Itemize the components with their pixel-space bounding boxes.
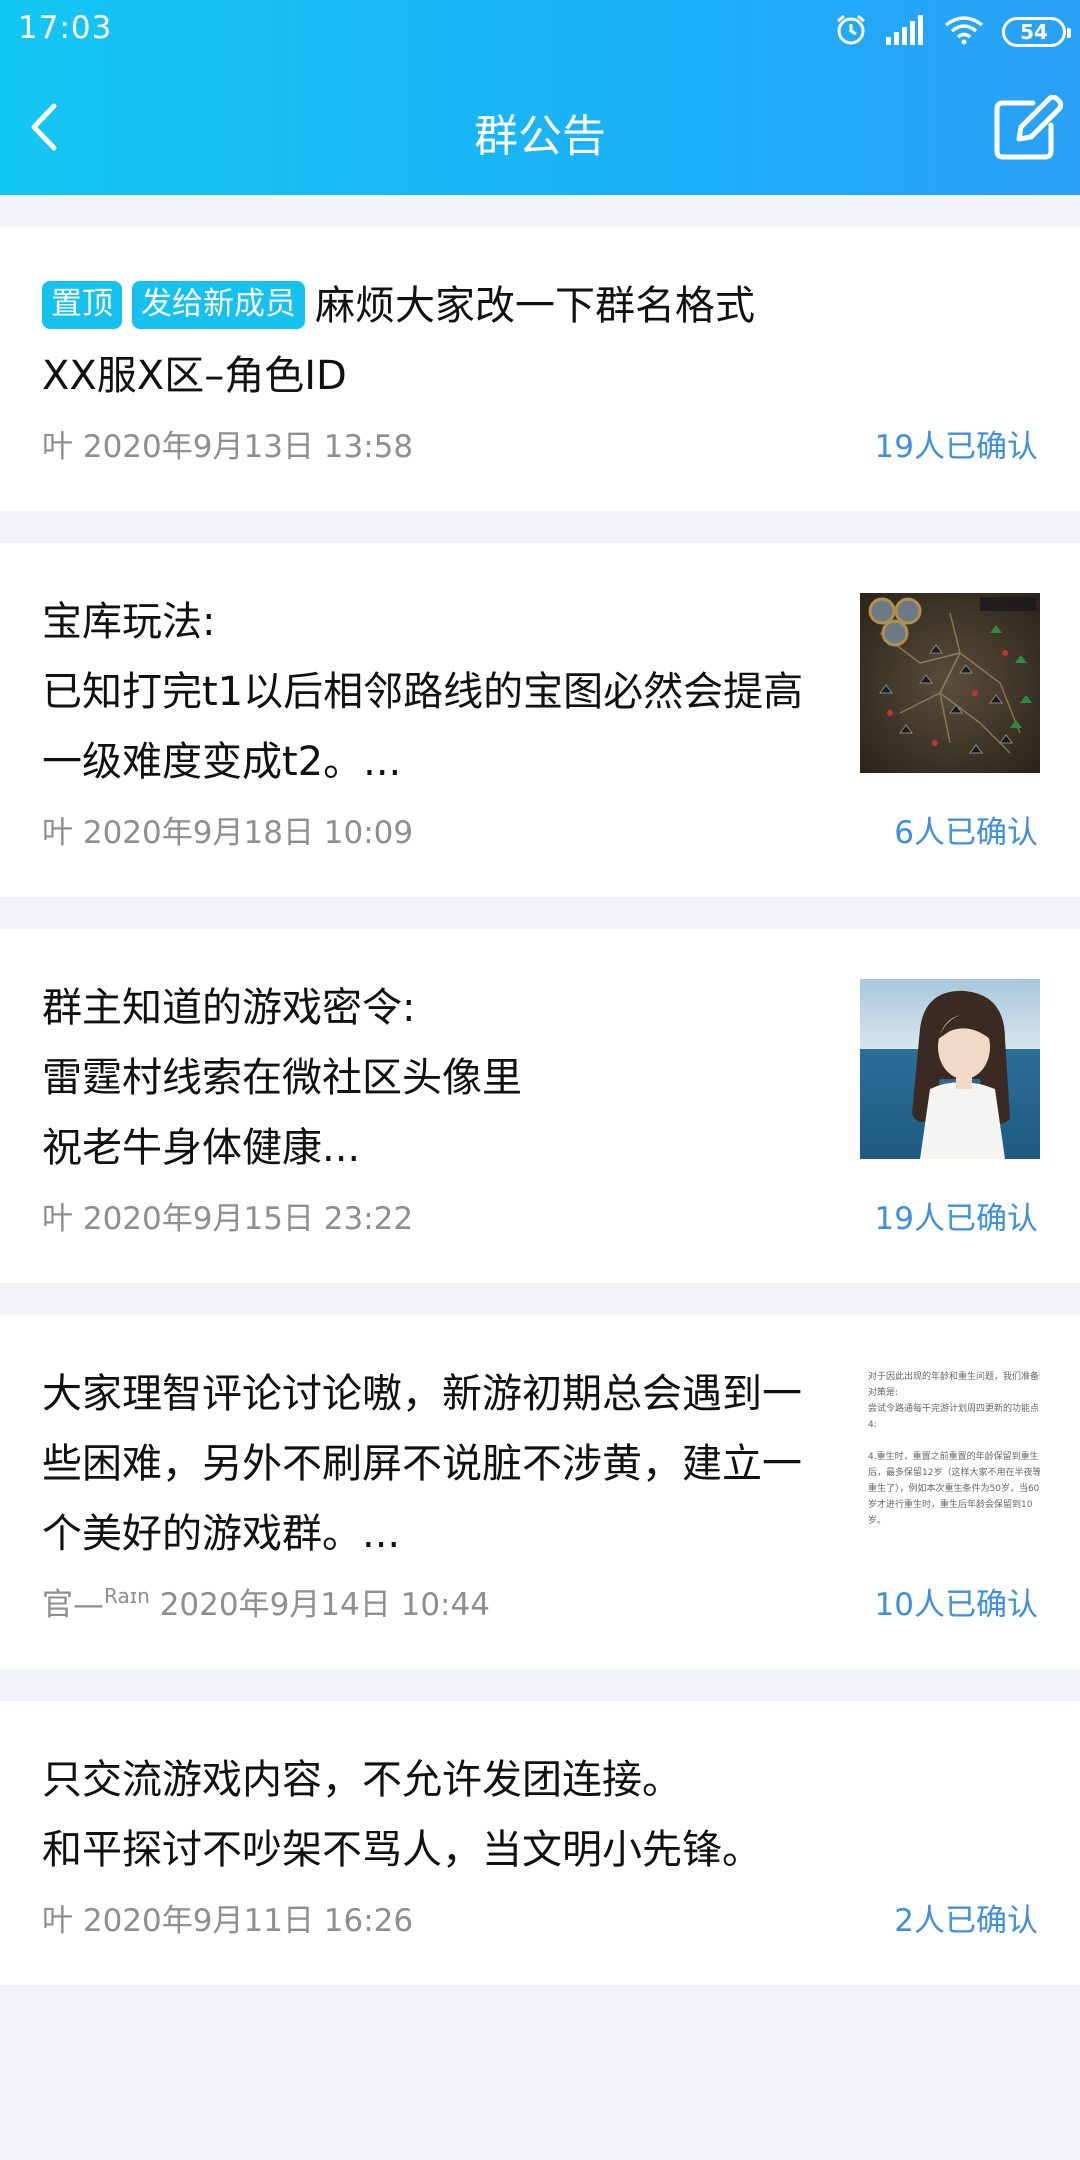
announcement-line: 一级难度变成t2。... [42,739,402,785]
announcement-line: 大家理智评论讨论嗷，新游初期总会遇到一 [42,1371,802,1417]
battery-indicator: 54 [1002,17,1071,47]
pinned-tag: 置顶 [42,281,122,329]
author-name: 叶 [42,814,73,851]
author-name: 官— [42,1586,104,1623]
announcement-text: 大家理智评论讨论嗷，新游初期总会遇到一 些困难，另外不刷屏不说脏不涉黄，建立一 … [42,1359,842,1569]
page-title: 群公告 [474,111,606,162]
alarm-icon [834,13,868,51]
announcement-meta: 官—Raɪn 2020年9月14日 10:44 10人已确认 [42,1577,1038,1625]
announcement-line: XX服X区–角色ID [42,353,347,399]
author-name-sup: Raɪn [104,1583,150,1608]
announcement-card[interactable]: 只交流游戏内容，不允许发团连接。 和平探讨不吵架不骂人，当文明小先锋。 叶 20… [0,1701,1080,1985]
announcement-line: 祝老牛身体健康... [42,1125,361,1171]
edit-announcement-button[interactable] [990,90,1066,166]
announcement-line: 个美好的游戏群。... [42,1511,401,1557]
announcement-card[interactable]: 群主知道的游戏密令: 雷霆村线索在微社区头像里 祝老牛身体健康... 叶 202… [0,929,1080,1283]
announcement-line: 和平探讨不吵架不骂人，当文明小先锋。 [42,1827,762,1873]
document-thumbnail[interactable]: 对于因此出现的年龄和重生问题，我们准备的 对策是: 尝试令路通每干完游计划周四更… [860,1365,1040,1545]
post-date: 2020年9月18日 10:09 [82,814,414,851]
chevron-left-icon [31,103,57,151]
back-button[interactable] [14,92,74,162]
announcement-line: 宝库玩法: [42,599,216,645]
confirmed-count[interactable]: 19人已确认 [875,1193,1038,1238]
status-bar: 17:03 54 [0,0,1080,62]
announcement-line: 已知打完t1以后相邻路线的宝图必然会提高 [42,669,804,715]
confirmed-count[interactable]: 19人已确认 [875,421,1038,466]
confirmed-count[interactable]: 6人已确认 [894,807,1038,852]
edit-icon [994,95,1063,160]
announcement-text: 只交流游戏内容，不允许发团连接。 和平探讨不吵架不骂人，当文明小先锋。 [42,1745,1038,1885]
nav-bar: 群公告 [0,62,1080,195]
announcement-meta: 叶 2020年9月13日 13:58 19人已确认 [42,419,1038,467]
announcement-line: 些困难，另外不刷屏不说脏不涉黄，建立一 [42,1441,802,1487]
announcement-line: 麻烦大家改一下群名格式 [315,283,755,329]
confirmed-count[interactable]: 10人已确认 [875,1579,1038,1624]
wifi-icon [944,15,984,49]
app-header: 17:03 54 群公告 [0,0,1080,195]
announcement-meta: 叶 2020年9月11日 16:26 2人已确认 [42,1893,1038,1941]
author-name: 叶 [42,1200,73,1237]
announcement-meta: 叶 2020年9月18日 10:09 6人已确认 [42,805,1038,853]
announcement-card[interactable]: 置顶 发给新成员 麻烦大家改一下群名格式 XX服X区–角色ID 叶 2020年9月1… [0,227,1080,511]
announcement-text: 置顶 发给新成员 麻烦大家改一下群名格式 XX服X区–角色ID [42,271,1038,411]
status-icons: 54 [834,13,1071,51]
announcement-line: 群主知道的游戏密令: [42,985,416,1031]
new-member-tag: 发给新成员 [132,281,305,329]
confirmed-count[interactable]: 2人已确认 [894,1895,1038,1940]
author-name: 叶 [42,428,73,465]
post-date: 2020年9月14日 10:44 [159,1586,490,1623]
announcement-text: 群主知道的游戏密令: 雷霆村线索在微社区头像里 祝老牛身体健康... [42,973,842,1183]
game-map-thumbnail[interactable] [860,593,1040,773]
announcement-meta: 叶 2020年9月15日 23:22 19人已确认 [42,1191,1038,1239]
announcement-card[interactable]: 大家理智评论讨论嗷，新游初期总会遇到一 些困难，另外不刷屏不说脏不涉黄，建立一 … [0,1315,1080,1669]
announcement-line: 雷霆村线索在微社区头像里 [42,1055,522,1101]
announcement-text: 宝库玩法: 已知打完t1以后相邻路线的宝图必然会提高 一级难度变成t2。... [42,587,842,797]
post-date: 2020年9月13日 13:58 [82,428,414,465]
announcement-list: 置顶 发给新成员 麻烦大家改一下群名格式 XX服X区–角色ID 叶 2020年9月1… [0,227,1080,2017]
post-date: 2020年9月15日 23:22 [82,1200,414,1237]
signal-icon [886,15,926,49]
portrait-thumbnail[interactable] [860,979,1040,1159]
announcement-line: 只交流游戏内容，不允许发团连接。 [42,1757,682,1803]
post-date: 2020年9月11日 16:26 [82,1902,414,1939]
status-time: 17:03 [18,10,113,46]
author-name: 叶 [42,1902,73,1939]
announcement-card[interactable]: 宝库玩法: 已知打完t1以后相邻路线的宝图必然会提高 一级难度变成t2。... … [0,543,1080,897]
